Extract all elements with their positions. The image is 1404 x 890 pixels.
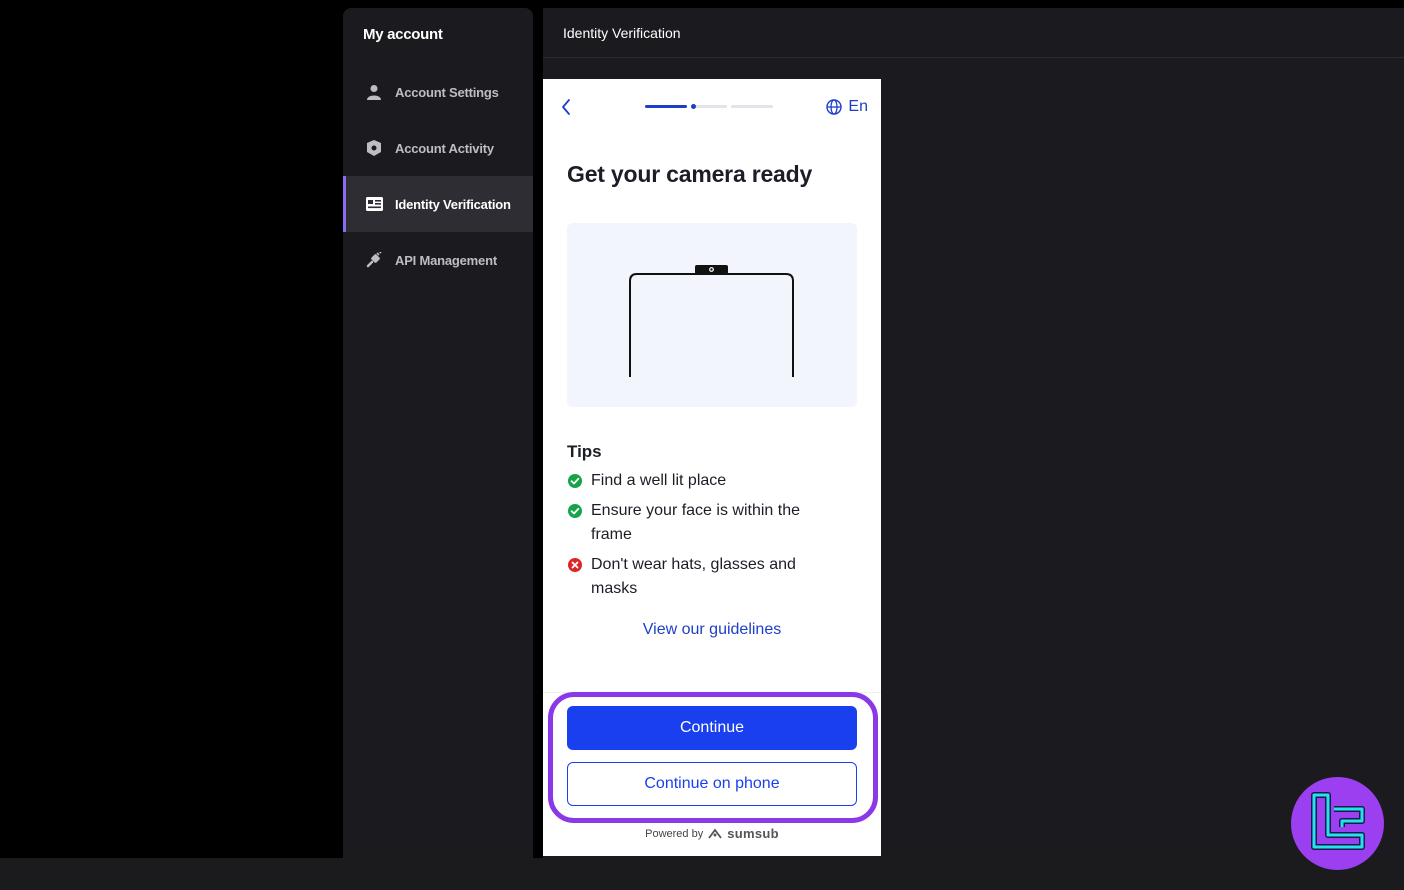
- sidebar-item-label: Identity Verification: [395, 196, 511, 212]
- check-circle-icon: [567, 503, 583, 519]
- sidebar-item-label: Account Activity: [395, 140, 494, 156]
- progress-step-1: [645, 105, 687, 108]
- tip-item: Find a well lit place: [567, 469, 837, 493]
- shield-icon: [365, 139, 383, 157]
- sidebar-item-account-settings[interactable]: Account Settings: [343, 64, 533, 120]
- continue-on-phone-button[interactable]: Continue on phone: [567, 762, 857, 806]
- progress-step-3: [731, 105, 773, 108]
- progress-step-2: [691, 104, 727, 109]
- sidebar-item-label: Account Settings: [395, 84, 499, 100]
- globe-icon: [826, 99, 843, 115]
- laptop-camera-icon: [629, 265, 794, 377]
- user-icon: [365, 83, 383, 101]
- check-circle-icon: [567, 473, 583, 489]
- sumsub-brand: sumsub: [727, 826, 779, 841]
- language-label: En: [848, 98, 868, 115]
- widget-header: En: [543, 79, 881, 135]
- guidelines-link[interactable]: View our guidelines: [543, 621, 881, 639]
- id-card-icon: [365, 195, 383, 213]
- sidebar-item-account-activity[interactable]: Account Activity: [343, 120, 533, 176]
- bottom-strip: [0, 858, 1404, 890]
- sumsub-logo-icon: [708, 828, 722, 839]
- widget-title: Get your camera ready: [567, 161, 813, 187]
- camera-illustration: [567, 223, 857, 407]
- tip-text: Ensure your face is within the frame: [591, 502, 800, 543]
- powered-by: Powered by sumsub: [543, 826, 881, 841]
- tip-text: Find a well lit place: [591, 472, 727, 489]
- chevron-left-icon[interactable]: [559, 97, 573, 117]
- plug-icon: [365, 251, 383, 269]
- continue-button[interactable]: Continue: [567, 706, 857, 750]
- tip-text: Don't wear hats, glasses and masks: [591, 556, 796, 597]
- powered-by-label: Powered by: [645, 827, 704, 840]
- tc-logo-icon: [1310, 791, 1365, 850]
- language-selector[interactable]: En: [826, 98, 868, 116]
- footer-divider: [543, 692, 881, 693]
- sidebar-item-identity-verification[interactable]: Identity Verification: [343, 176, 533, 232]
- account-sidebar: My account Account Settings Account Acti…: [343, 8, 533, 858]
- step-progress: [645, 104, 773, 109]
- tips-heading: Tips: [567, 442, 602, 461]
- sidebar-item-label: API Management: [395, 252, 497, 268]
- tip-item: Don't wear hats, glasses and masks: [567, 553, 837, 601]
- watermark-logo: [1291, 777, 1384, 870]
- x-circle-icon: [567, 557, 583, 573]
- verification-widget: En Get your camera ready Tips Find a wel…: [543, 79, 881, 856]
- page-title: Identity Verification: [543, 8, 1404, 58]
- sidebar-item-api-management[interactable]: API Management: [343, 232, 533, 288]
- sidebar-title: My account: [363, 26, 443, 43]
- tip-item: Ensure your face is within the frame: [567, 499, 837, 547]
